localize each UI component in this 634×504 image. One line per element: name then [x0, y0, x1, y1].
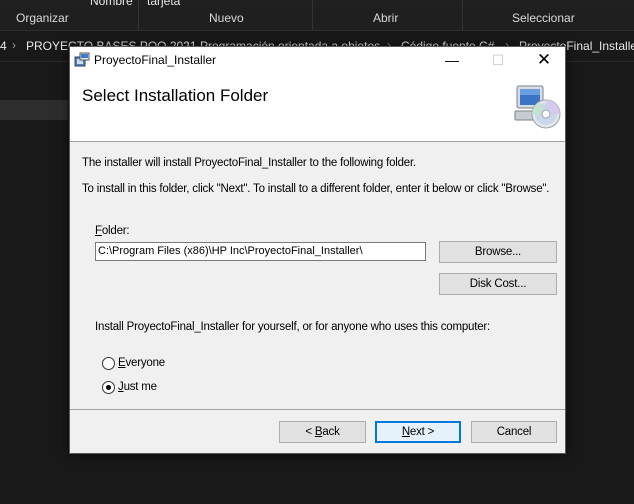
next-button-rest: ext > — [409, 426, 435, 438]
folder-label-accel: F — [95, 225, 102, 237]
disk-cost-button[interactable]: Disk Cost... — [439, 273, 557, 295]
ribbon-group-seleccionar: Seleccionar — [512, 11, 575, 25]
minimize-button[interactable]: — — [429, 47, 475, 73]
radio-just-me-label[interactable]: Just me — [118, 381, 157, 393]
close-button[interactable]: ✕ — [521, 47, 567, 73]
radio-just-me[interactable] — [102, 381, 115, 394]
next-button[interactable]: Next > — [375, 421, 461, 443]
install-for-text: Install ProyectoFinal_Installer for your… — [95, 321, 491, 333]
folder-path-input[interactable]: C:\Program Files (x86)\HP Inc\ProyectoFi… — [95, 242, 426, 261]
back-button-prefix: < — [305, 426, 315, 438]
column-header-name[interactable]: Nombre — [90, 0, 133, 8]
header-banner: Select Installation Folder — [70, 73, 565, 142]
ribbon-divider — [138, 0, 139, 30]
ribbon-divider — [312, 0, 313, 30]
intro-text: The installer will install ProyectoFinal… — [82, 157, 416, 169]
radio-everyone-rest: veryone — [125, 357, 165, 369]
next-button-accel: N — [401, 426, 410, 438]
ribbon-divider — [462, 0, 463, 30]
ribbon-group-abrir: Abrir — [373, 11, 399, 25]
browse-button[interactable]: Browse... — [439, 241, 557, 263]
folder-label: Folder: — [95, 225, 130, 237]
back-button[interactable]: < Back — [279, 421, 366, 443]
chevron-right-icon: › — [12, 38, 16, 52]
instructions-text: To install in this folder, click "Next".… — [82, 183, 550, 195]
explorer-column-header-strip: Nombre tarjeta — [0, 0, 634, 8]
radio-everyone[interactable] — [102, 357, 115, 370]
folder-label-rest: older: — [101, 225, 130, 237]
cancel-button[interactable]: Cancel — [471, 421, 557, 443]
column-header-fragment[interactable]: tarjeta — [147, 0, 180, 8]
radio-just-me-rest: ust me — [123, 381, 158, 393]
installer-icon — [74, 52, 90, 67]
back-button-rest: ack — [322, 426, 340, 438]
installer-dialog: ProyectoFinal_Installer — ☐ ✕ Select Ins… — [69, 46, 566, 454]
radio-everyone-label[interactable]: Everyone — [118, 357, 165, 369]
maximize-button[interactable]: ☐ — [475, 47, 521, 73]
ribbon-group-organizar: Organizar — [16, 11, 69, 25]
navigation-pane-selected-item[interactable] — [0, 100, 68, 120]
ribbon-group-nuevo: Nuevo — [209, 11, 244, 25]
page-title: Select Installation Folder — [82, 86, 269, 105]
title-bar[interactable]: ProyectoFinal_Installer — ☐ ✕ — [70, 47, 565, 73]
footer-divider — [70, 409, 565, 410]
breadcrumb-item[interactable]: 4 — [0, 39, 7, 53]
explorer-ribbon-groups: Organizar Nuevo Abrir Seleccionar — [0, 0, 634, 31]
computer-cd-icon — [514, 85, 561, 129]
window-title: ProyectoFinal_Installer — [94, 53, 217, 67]
